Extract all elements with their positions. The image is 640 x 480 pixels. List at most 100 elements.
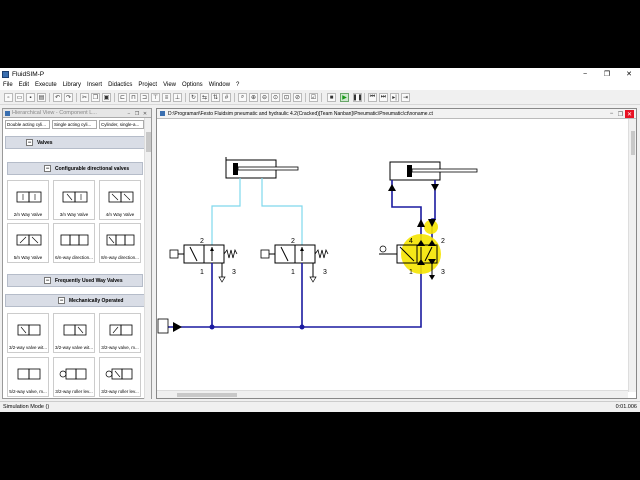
rotate-icon[interactable]: ↻ [189, 93, 198, 102]
library-scrollbar[interactable] [144, 118, 151, 399]
port-label: 3 [232, 269, 236, 276]
group-valves[interactable]: − Valves [5, 136, 145, 149]
library-restore-button[interactable]: ❐ [133, 110, 141, 117]
menu-file[interactable]: File [3, 82, 13, 88]
mirror-h-icon[interactable]: ⇆ [200, 93, 209, 102]
library-item[interactable]: 8/n-way direction... [99, 223, 141, 263]
library-item[interactable]: 2/n Way Valve [7, 180, 49, 220]
save-icon[interactable]: ▪ [26, 93, 35, 102]
group-mechanically-operated[interactable]: − Mechanically Operated [5, 294, 145, 307]
double-acting-cylinder-2[interactable] [389, 161, 478, 181]
circuit-canvas[interactable]: 2 1 3 2 1 3 4 2 1 3 [157, 119, 629, 391]
zoom-window-icon[interactable]: ⊡ [282, 93, 291, 102]
library-item[interactable]: 3/2-way valve wit... [53, 313, 95, 353]
menu-view[interactable]: View [163, 82, 176, 88]
paste-icon[interactable]: ▣ [102, 93, 111, 102]
canvas-horizontal-scrollbar[interactable] [157, 390, 628, 398]
library-item[interactable]: 4/n Way Valve [99, 180, 141, 220]
align-bottom-icon[interactable]: ⊥ [173, 93, 182, 102]
align-top-icon[interactable]: ⊤ [151, 93, 160, 102]
zoom-100-icon[interactable]: ⌕ [238, 93, 247, 102]
until-state-change-icon[interactable]: ⇥ [401, 93, 410, 102]
circuit-window: D:\Programari\Festo Fluidsim pneumatic a… [156, 108, 637, 399]
cut-icon[interactable]: ✂ [80, 93, 89, 102]
title-bar: FluidSIM-P − ❐ ✕ [0, 68, 640, 80]
directional-valve-3-active[interactable]: 4 2 1 3 [379, 220, 445, 280]
library-item[interactable]: 5/2-way valve, m... [7, 357, 49, 397]
library-minimize-button[interactable]: − [125, 110, 133, 117]
canvas-vertical-scrollbar[interactable] [628, 119, 636, 392]
library-item[interactable]: 5/n Way Valve [7, 223, 49, 263]
menu-edit[interactable]: Edit [19, 82, 29, 88]
align-left-icon[interactable]: ⊏ [118, 93, 127, 102]
valve-symbol-icon [16, 191, 42, 203]
library-item[interactable]: 3/2-way roller lev... [53, 357, 95, 397]
directional-valve-1[interactable]: 2 1 3 [169, 238, 238, 283]
scroll-thumb[interactable] [631, 131, 635, 155]
pause-icon[interactable]: ❚❚ [352, 93, 363, 102]
compressed-air-supply[interactable] [157, 318, 182, 334]
grid-icon[interactable]: # [222, 93, 231, 102]
scroll-thumb[interactable] [177, 393, 237, 397]
library-item[interactable]: 6/n-way direction... [53, 223, 95, 263]
scroll-thumb[interactable] [146, 132, 151, 152]
collapse-icon[interactable]: − [58, 297, 65, 304]
align-right-icon[interactable]: ⊐ [140, 93, 149, 102]
circuit-close-button[interactable]: ✕ [625, 110, 634, 118]
print-icon[interactable]: ▤ [37, 93, 46, 102]
stop-icon[interactable]: ■ [327, 93, 336, 102]
minimize-button[interactable]: − [574, 68, 596, 80]
menu-bar: File Edit Execute Library Insert Didacti… [0, 80, 640, 90]
new-file-icon[interactable]: ▫ [4, 93, 13, 102]
collapse-icon[interactable]: − [44, 277, 51, 284]
menu-didactics[interactable]: Didactics [108, 82, 132, 88]
valve-symbol-icon [108, 191, 134, 203]
flow-arrow-icon [388, 184, 396, 191]
library-item[interactable]: Single acting cyli... [52, 120, 97, 129]
library-item[interactable]: 3/2-way roller lev... [99, 357, 141, 397]
menu-project[interactable]: Project [138, 82, 157, 88]
zoom-fit-icon[interactable]: ⊙ [271, 93, 280, 102]
mirror-v-icon[interactable]: ⇅ [211, 93, 220, 102]
align-middle-icon[interactable]: ≡ [162, 93, 171, 102]
group-frequently-used[interactable]: − Frequently Used Way Valves [7, 274, 143, 287]
play-icon[interactable]: ▶ [340, 93, 349, 102]
directional-valve-2[interactable]: 2 1 3 [260, 238, 329, 283]
step-icon[interactable]: ⏭ [379, 93, 388, 102]
group-configurable-valves[interactable]: − Configurable directional valves [7, 162, 143, 175]
close-button[interactable]: ✕ [618, 68, 640, 80]
menu-options[interactable]: Options [182, 82, 203, 88]
copy-icon[interactable]: ❐ [91, 93, 100, 102]
zoom-previous-icon[interactable]: ⊘ [293, 93, 302, 102]
collapse-icon[interactable]: − [44, 165, 51, 172]
zoom-in-icon[interactable]: ⊕ [249, 93, 258, 102]
app-icon [2, 70, 9, 78]
align-center-icon[interactable]: ⊓ [129, 93, 138, 102]
library-item[interactable]: 3/2-way valve wit... [7, 313, 49, 353]
menu-window[interactable]: Window [209, 82, 230, 88]
menu-library[interactable]: Library [63, 82, 81, 88]
menu-execute[interactable]: Execute [35, 82, 57, 88]
port-label: 3 [441, 269, 445, 276]
redo-icon[interactable]: ↷ [64, 93, 73, 102]
double-acting-cylinder-1[interactable] [225, 157, 299, 179]
menu-insert[interactable]: Insert [87, 82, 102, 88]
library-item[interactable]: 3/2-way valve, m... [99, 313, 141, 353]
circuit-restore-button[interactable]: ❐ [616, 110, 625, 118]
valve-symbol-icon [109, 324, 133, 336]
library-item[interactable]: Cylinder, single-a... [99, 120, 144, 129]
zoom-out-icon[interactable]: ⊖ [260, 93, 269, 102]
circuit-minimize-button[interactable]: − [607, 110, 616, 118]
check-drawing-icon[interactable]: ☑ [309, 93, 318, 102]
single-step-icon[interactable]: ▸| [390, 93, 399, 102]
restore-button[interactable]: ❐ [596, 68, 618, 80]
collapse-icon[interactable]: − [26, 139, 33, 146]
open-folder-icon[interactable]: ▭ [15, 93, 24, 102]
library-item[interactable]: 3/n Way Valve [53, 180, 95, 220]
menu-help[interactable]: ? [236, 82, 239, 88]
library-item[interactable]: Double acting cyli... [5, 120, 50, 129]
undo-icon[interactable]: ↶ [53, 93, 62, 102]
library-close-button[interactable]: ✕ [141, 110, 149, 117]
reset-icon[interactable]: ⏮ [368, 93, 377, 102]
port-label: 2 [441, 238, 445, 245]
